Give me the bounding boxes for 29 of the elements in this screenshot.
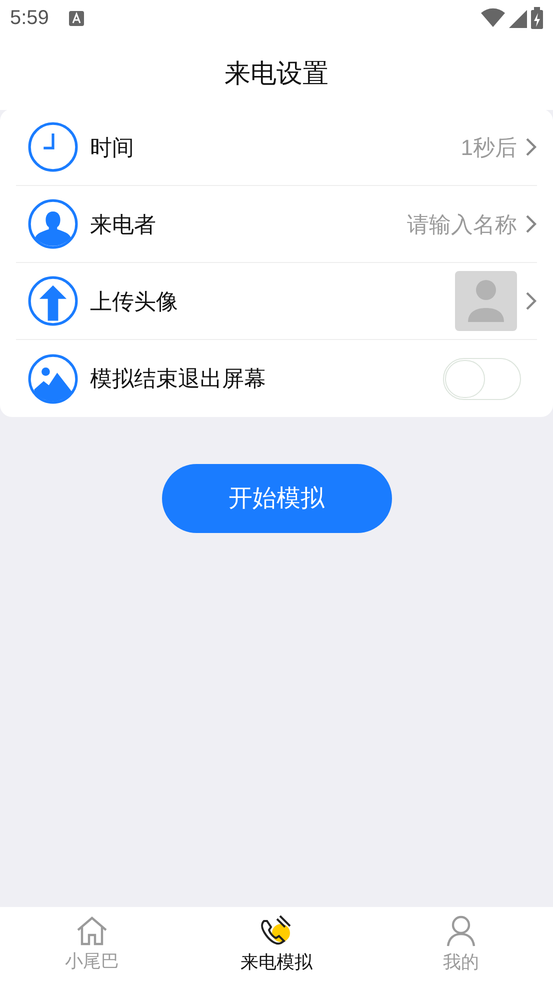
setting-label: 模拟结束退出屏幕 [90,365,267,393]
phone-icon [259,915,294,947]
chevron-right-icon [525,291,537,311]
clock-icon [28,122,78,172]
settings-row[interactable]: 来电者 请输入名称 [16,186,537,263]
nav-tab[interactable]: 来电模拟 [184,907,369,984]
avatar-placeholder[interactable] [455,271,517,331]
setting-value: 请输入名称 [407,210,517,238]
toggle-switch[interactable] [443,358,521,400]
keyboard-notification-icon [68,10,84,26]
image-icon [28,354,78,404]
status-time: 5:59 [10,6,49,31]
setting-value: 1秒后 [460,134,517,162]
settings-row[interactable]: 时间 1秒后 [16,109,537,186]
signal-icon [509,8,527,28]
settings-row[interactable]: 模拟结束退出屏幕 [16,340,537,417]
start-simulation-button[interactable]: 开始模拟 [162,464,392,533]
setting-label: 上传头像 [90,288,179,316]
settings-row[interactable]: 上传头像 [16,263,537,340]
wifi-icon [481,8,505,28]
chevron-right-icon [525,214,537,234]
setting-label: 时间 [90,134,135,162]
chevron-right-icon [525,137,537,157]
user-icon [444,915,477,947]
home-icon [76,916,108,946]
person-icon [28,199,78,249]
setting-label: 来电者 [90,210,157,238]
battery-charging-icon [531,7,543,29]
page-title: 来电设置 [224,56,328,90]
